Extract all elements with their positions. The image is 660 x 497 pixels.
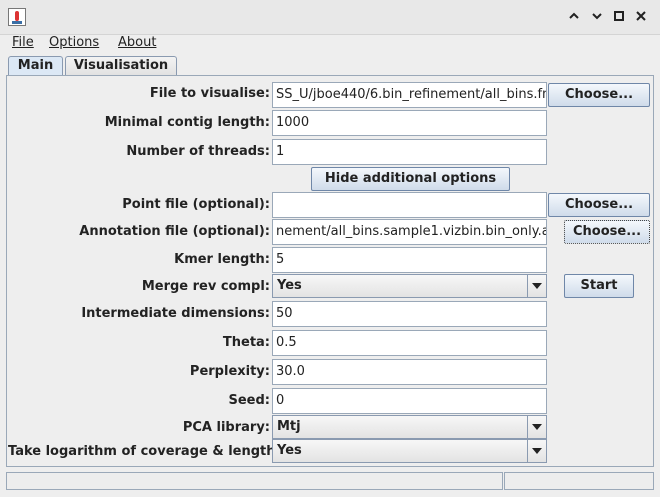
maximize-icon[interactable] <box>612 9 626 23</box>
point-file-field[interactable] <box>272 192 547 218</box>
pca-value: Mtj <box>277 419 301 434</box>
perplexity-label: Perplexity: <box>189 364 270 379</box>
choose-annotation-file-button[interactable]: Choose... <box>564 220 650 244</box>
file-path-field[interactable]: SS_U/jboe440/6.bin_refinement/all_bins.f… <box>272 82 547 108</box>
choose-file-button[interactable]: Choose... <box>548 83 650 107</box>
status-message-area <box>6 472 503 490</box>
seed-field[interactable]: 0 <box>272 388 547 414</box>
status-bar <box>6 472 654 490</box>
menu-options-label: Options <box>49 35 100 50</box>
kmer-label: Kmer length: <box>174 252 270 267</box>
chevron-down-icon[interactable] <box>527 416 546 438</box>
annotation-file-label: Annotation file (optional): <box>79 224 270 239</box>
close-icon[interactable] <box>634 9 648 23</box>
chevron-down-icon[interactable] <box>527 275 546 297</box>
chevron-down-icon[interactable] <box>527 440 546 462</box>
menu-about[interactable]: About <box>118 35 156 50</box>
menu-file-label: File <box>12 35 34 50</box>
theta-field[interactable]: 0.5 <box>272 330 547 356</box>
kmer-field[interactable]: 5 <box>272 247 547 273</box>
theta-label: Theta: <box>222 335 270 350</box>
pca-label: PCA library: <box>182 420 270 435</box>
start-button[interactable]: Start <box>564 274 634 298</box>
restore-icon[interactable] <box>590 9 604 23</box>
menu-file[interactable]: File <box>12 35 34 50</box>
merge-rev-compl-select[interactable]: Yes <box>272 274 547 298</box>
minimize-icon[interactable] <box>567 9 581 23</box>
progress-bar <box>504 472 654 490</box>
tab-visualisation[interactable]: Visualisation <box>65 56 177 75</box>
java-app-icon <box>8 8 26 26</box>
tab-main[interactable]: Main <box>8 56 63 76</box>
menu-about-label: About <box>118 35 157 50</box>
title-bar <box>0 0 660 35</box>
merge-label: Merge rev compl: <box>141 279 270 294</box>
annotation-file-field[interactable]: nement/all_bins.sample1.vizbin.bin_only.… <box>272 219 547 245</box>
intermediate-field[interactable]: 50 <box>272 301 547 327</box>
threads-field[interactable]: 1 <box>272 139 547 165</box>
merge-value: Yes <box>277 278 302 293</box>
threads-label: Number of threads: <box>126 144 270 159</box>
log-value: Yes <box>277 443 302 458</box>
intermediate-label: Intermediate dimensions: <box>81 306 270 321</box>
perplexity-field[interactable]: 30.0 <box>272 359 547 385</box>
choose-point-file-button[interactable]: Choose... <box>548 193 650 217</box>
min-contig-label: Minimal contig length: <box>104 115 270 130</box>
hide-additional-options-button[interactable]: Hide additional options <box>311 167 510 191</box>
point-file-label: Point file (optional): <box>122 197 270 212</box>
log-coverage-select[interactable]: Yes <box>272 439 547 463</box>
file-label: File to visualise: <box>149 86 270 101</box>
menu-options[interactable]: Options <box>49 35 99 50</box>
log-label: Take logarithm of coverage & length? <box>8 444 284 459</box>
seed-label: Seed: <box>228 393 270 408</box>
min-contig-field[interactable]: 1000 <box>272 110 547 136</box>
menu-bar: File Options About <box>0 34 660 54</box>
pca-library-select[interactable]: Mtj <box>272 415 547 439</box>
